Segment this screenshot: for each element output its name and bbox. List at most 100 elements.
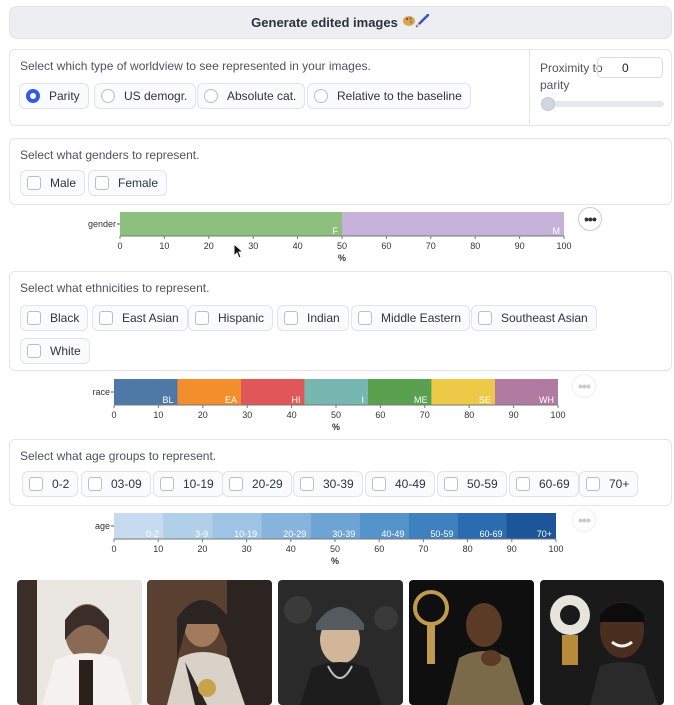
- chart-category-label: race: [92, 387, 110, 397]
- x-axis-label: %: [338, 253, 346, 263]
- radio-label: Parity: [49, 89, 80, 103]
- checkbox-age-0-2[interactable]: 0-2: [22, 471, 79, 497]
- checkbox-label: Black: [50, 311, 80, 325]
- x-tick-label: 50: [337, 241, 347, 251]
- radio-parity[interactable]: Parity: [19, 83, 89, 109]
- proximity-control: Proximity to parity 0: [529, 50, 672, 125]
- checkbox-southeast-asian[interactable]: Southeast Asian: [471, 305, 597, 331]
- radio-relative-baseline[interactable]: Relative to the baseline: [307, 83, 471, 109]
- x-tick-label: 10: [153, 410, 163, 420]
- checkbox-east-asian[interactable]: East Asian: [92, 305, 188, 331]
- ethnicities-prompt: Select what ethnicities to represent.: [20, 281, 210, 295]
- genders-prompt: Select what genders to represent.: [20, 148, 200, 162]
- race-distribution-chart: race BL EA HI I ME SE WH 0 10 20 30 40 50 60 70 80 90 100%: [64, 372, 584, 434]
- checkbox-white[interactable]: White: [20, 338, 90, 364]
- checkbox-label: Female: [118, 176, 159, 190]
- x-tick-label: 60: [375, 410, 385, 420]
- checkbox-label: 60-69: [539, 477, 570, 491]
- palette-pencil-icon: [402, 13, 430, 31]
- checkbox-label: Male: [50, 176, 77, 190]
- checkbox-label: Middle Eastern: [381, 311, 462, 325]
- generated-image-4[interactable]: [409, 580, 534, 705]
- checkbox-indian[interactable]: Indian: [277, 305, 349, 331]
- segment-label: 40-49: [381, 529, 404, 539]
- checkbox-hispanic[interactable]: Hispanic: [188, 305, 274, 331]
- segment-label: 70+: [537, 529, 552, 539]
- x-tick-label: 30: [242, 410, 252, 420]
- generate-button-label: Generate edited images: [251, 15, 398, 30]
- checkbox-black[interactable]: Black: [20, 305, 89, 331]
- generated-image-5[interactable]: [540, 580, 664, 705]
- checkbox-age-70-plus[interactable]: 70+: [579, 471, 639, 497]
- x-tick-label: 0: [117, 241, 122, 251]
- checkbox-age-60-69[interactable]: 60-69: [509, 471, 579, 497]
- segment-label: M: [553, 226, 561, 236]
- checkbox-female[interactable]: Female: [88, 170, 168, 196]
- chart-menu-more-icon[interactable]: •••: [572, 374, 596, 398]
- x-tick-label: 100: [548, 544, 563, 554]
- x-tick-label: 60: [381, 241, 391, 251]
- chart-category-label: gender: [88, 219, 116, 229]
- checkbox-label: 0-2: [52, 477, 70, 491]
- generate-edited-images-button[interactable]: Generate edited images: [9, 6, 672, 39]
- generated-image-2[interactable]: [147, 580, 272, 705]
- chart-menu-more-icon[interactable]: •••: [578, 207, 602, 231]
- checkbox-label: 50-59: [467, 477, 498, 491]
- checkbox-age-40-49[interactable]: 40-49: [365, 471, 435, 497]
- generated-image-3[interactable]: [278, 580, 403, 705]
- bar-segment-M: [342, 212, 564, 236]
- checkbox-label: Hispanic: [218, 311, 265, 325]
- proximity-slider-handle[interactable]: [541, 97, 555, 111]
- checkbox-age-03-09[interactable]: 03-09: [81, 471, 151, 497]
- segment-label: 3-9: [195, 529, 208, 539]
- age-distribution-chart: age 0-2 3-9 10-19 20-29 30-39 40-49 50-59 60-69 7…: [64, 505, 584, 567]
- chart-category-label: age: [95, 521, 110, 531]
- x-tick-label: 10: [159, 241, 169, 251]
- checkbox-label: White: [50, 344, 81, 358]
- radio-us-demogr[interactable]: US demogr.: [94, 83, 197, 109]
- radio-absolute-cat[interactable]: Absolute cat.: [197, 83, 306, 109]
- gender-distribution-chart: gender F M 0 10 20 30 40 50 60 70 80 90 100%: [70, 205, 590, 267]
- x-tick-label: 50: [330, 544, 340, 554]
- x-tick-label: 90: [515, 241, 525, 251]
- bar-segment-F: [120, 212, 342, 236]
- radio-circle-icon: [204, 89, 218, 103]
- checkbox-age-50-59[interactable]: 50-59: [437, 471, 507, 497]
- checkbox-icon: [284, 311, 298, 325]
- checkbox-label: Southeast Asian: [501, 311, 588, 325]
- checkbox-icon: [586, 477, 600, 491]
- chart-svg: gender F M 0 10 20 30 40 50 60 70 80 90 100%: [88, 212, 572, 263]
- x-tick-label: 10: [153, 544, 163, 554]
- x-tick-label: 50: [331, 410, 341, 420]
- x-tick-label: 0: [111, 544, 116, 554]
- radio-circle-icon: [101, 89, 115, 103]
- x-tick-label: 20: [204, 241, 214, 251]
- proximity-input[interactable]: 0: [597, 57, 663, 78]
- proximity-slider-track[interactable]: [542, 101, 664, 107]
- checkbox-age-20-29[interactable]: 20-29: [222, 471, 292, 497]
- segment-label: ME: [414, 395, 428, 405]
- worldview-prompt: Select which type of worldview to see re…: [20, 59, 371, 73]
- chart-svg: age 0-2 3-9 10-19 20-29 30-39 40-49 50-59 60-69 7…: [95, 513, 564, 566]
- generated-image-1[interactable]: [17, 580, 142, 705]
- x-tick-label: 90: [507, 544, 517, 554]
- checkbox-middle-eastern[interactable]: Middle Eastern: [351, 305, 471, 331]
- checkbox-icon: [99, 311, 113, 325]
- segment-label: 30-39: [332, 529, 355, 539]
- x-tick-label: 40: [287, 410, 297, 420]
- checkbox-icon: [27, 344, 41, 358]
- checkbox-male[interactable]: Male: [20, 170, 86, 196]
- checkbox-label: 40-49: [395, 477, 426, 491]
- x-tick-label: 70: [418, 544, 428, 554]
- segment-label: 50-59: [430, 529, 453, 539]
- x-tick-label: 40: [293, 241, 303, 251]
- checkbox-age-30-39[interactable]: 30-39: [293, 471, 363, 497]
- checkbox-icon: [444, 477, 458, 491]
- checkbox-icon: [27, 311, 41, 325]
- checkbox-icon: [195, 311, 209, 325]
- x-tick-label: 20: [197, 544, 207, 554]
- ages-panel: Select what age groups to represent. 0-2…: [9, 439, 672, 506]
- chart-menu-more-icon[interactable]: •••: [572, 508, 596, 532]
- x-tick-label: 90: [509, 410, 519, 420]
- checkbox-age-10-19[interactable]: 10-19: [153, 471, 223, 497]
